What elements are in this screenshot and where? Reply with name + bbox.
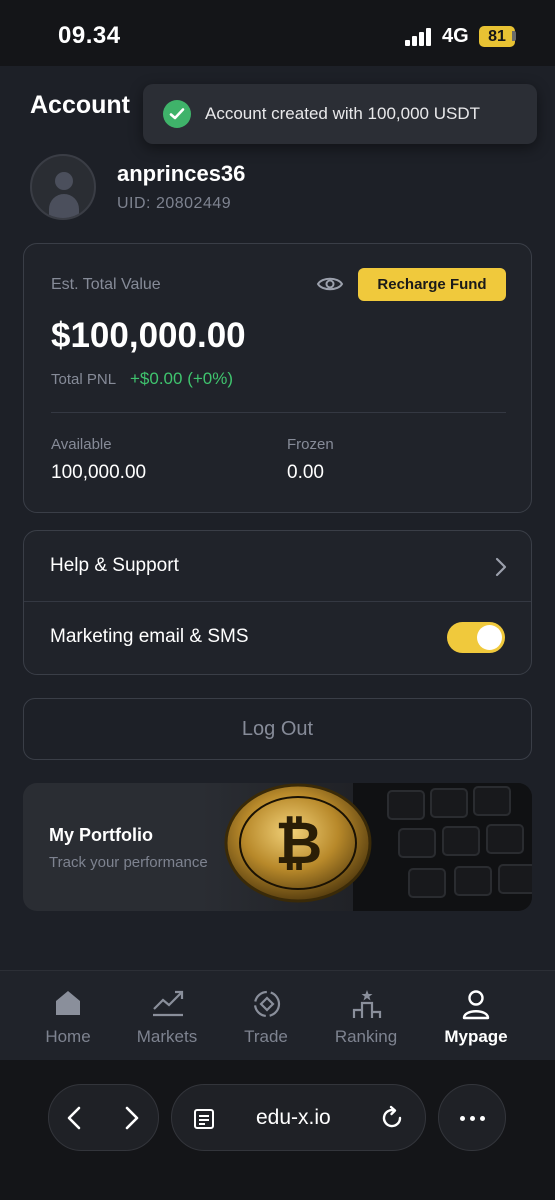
status-time: 09.34	[58, 22, 121, 49]
frozen-value: 0.00	[287, 462, 324, 483]
nav-mypage[interactable]: Mypage	[426, 971, 526, 1061]
nav-label: Home	[45, 1027, 91, 1046]
more-dots-icon	[460, 1116, 465, 1121]
available-label: Available	[51, 436, 112, 453]
total-pnl-value: +$0.00 (+0%)	[130, 369, 234, 388]
more-options-button[interactable]	[438, 1084, 506, 1151]
nav-label: Markets	[136, 1027, 198, 1046]
user-icon	[462, 990, 490, 1020]
address-bar[interactable]: edu-x.io	[171, 1084, 426, 1151]
est-total-label: Est. Total Value	[51, 276, 161, 293]
avatar[interactable]	[30, 154, 96, 220]
bitcoin-coin-image: ₿	[224, 783, 532, 911]
toast-notification[interactable]: Account created with 100,000 USDT	[143, 84, 537, 144]
marketing-toggle[interactable]	[447, 622, 505, 653]
browser-toolbar: edu-x.io	[0, 1060, 555, 1200]
portfolio-title: My Portfolio	[49, 825, 153, 845]
settings-menu: Help & Support Marketing email & SMS	[23, 530, 532, 675]
available-value: 100,000.00	[51, 462, 147, 483]
battery-cap	[512, 31, 516, 41]
tabs-icon[interactable]	[192, 1107, 216, 1131]
forward-arrow-icon[interactable]	[121, 1105, 141, 1131]
signal-icon	[405, 28, 433, 46]
marketing-label: Marketing email & SMS	[50, 626, 249, 647]
svg-text:₿: ₿	[275, 809, 322, 877]
url-text: edu-x.io	[256, 1106, 331, 1129]
divider	[51, 412, 506, 413]
help-support-label: Help & Support	[50, 555, 179, 576]
frozen-label: Frozen	[287, 436, 334, 453]
username: anprinces36	[117, 161, 246, 186]
help-support-item[interactable]: Help & Support	[24, 531, 531, 602]
battery-icon: 81	[479, 26, 515, 47]
portfolio-banner[interactable]: ₿ My Portfolio Track your performance	[23, 783, 532, 911]
back-arrow-icon[interactable]	[65, 1105, 85, 1131]
nav-markets[interactable]: Markets	[117, 971, 217, 1061]
nav-label: Trade	[244, 1027, 288, 1046]
nav-trade[interactable]: Trade	[216, 971, 316, 1061]
eye-icon[interactable]	[316, 274, 344, 294]
balance-card: Est. Total Value Recharge Fund $100,000.…	[23, 243, 532, 513]
nav-ranking[interactable]: Ranking	[316, 971, 416, 1061]
page-title: Account	[30, 91, 130, 119]
chevron-right-icon	[495, 557, 507, 577]
podium-icon	[352, 990, 382, 1018]
status-bar: 09.34 4G 81	[0, 0, 555, 66]
marketing-item: Marketing email & SMS	[24, 602, 531, 673]
check-circle-icon	[163, 100, 191, 128]
total-value: $100,000.00	[51, 316, 246, 355]
nav-label: Ranking	[334, 1027, 398, 1046]
logout-button[interactable]: Log Out	[23, 698, 532, 760]
home-icon	[56, 991, 80, 1015]
portfolio-subtitle: Track your performance	[49, 854, 208, 871]
app-screen: Account Account created with 100,000 USD…	[0, 66, 555, 970]
bottom-nav: Home Markets Trade Ranking Mypage	[0, 970, 555, 1060]
chart-trend-icon	[153, 990, 184, 1017]
browser-nav-group	[48, 1084, 159, 1151]
recharge-fund-button[interactable]: Recharge Fund	[358, 268, 506, 301]
nav-home[interactable]: Home	[18, 971, 118, 1061]
nav-label: Mypage	[444, 1027, 508, 1046]
total-pnl-label: Total PNL	[51, 371, 117, 388]
trade-exchange-icon	[253, 990, 281, 1018]
network-type: 4G	[442, 25, 469, 47]
user-uid: UID: 20802449	[117, 195, 232, 212]
toast-message: Account created with 100,000 USDT	[205, 104, 480, 123]
reload-icon[interactable]	[378, 1104, 406, 1132]
